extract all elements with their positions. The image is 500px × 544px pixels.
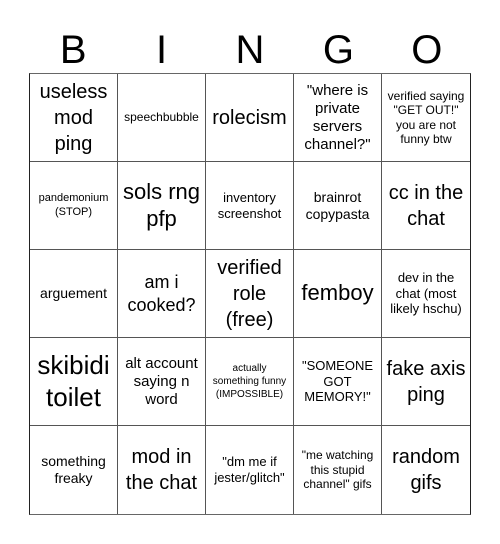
header-letter-i: I xyxy=(156,28,168,72)
bingo-cell[interactable]: verified role (free) xyxy=(206,250,294,338)
bingo-cell[interactable]: inventory screenshot xyxy=(206,162,294,250)
bingo-cell[interactable]: dev in the chat (most likely hschu) xyxy=(382,250,470,338)
bingo-cell[interactable]: sols rng pfp xyxy=(118,162,206,250)
bingo-cell[interactable]: femboy xyxy=(294,250,382,338)
header-letter-b: B xyxy=(59,28,87,72)
bingo-cell[interactable]: cc in the chat xyxy=(382,162,470,250)
bingo-cell[interactable]: "dm me if jester/glitch" xyxy=(206,426,294,514)
bingo-cell[interactable]: something freaky xyxy=(30,426,118,514)
bingo-cell[interactable]: skibidi toilet xyxy=(30,338,118,426)
bingo-cell[interactable]: verified saying "GET OUT!" you are not f… xyxy=(382,74,470,162)
bingo-cell[interactable]: mod in the chat xyxy=(118,426,206,514)
header-letter-n: N xyxy=(235,28,265,72)
header-letter-o: O xyxy=(411,28,443,72)
bingo-cell[interactable]: "where is private servers channel?" xyxy=(294,74,382,162)
bingo-grid: useless mod ping speechbubble rolecism "… xyxy=(29,73,471,515)
bingo-cell[interactable]: pandemonium (STOP) xyxy=(30,162,118,250)
bingo-cell[interactable]: rolecism xyxy=(206,74,294,162)
bingo-header: B I N G O xyxy=(29,28,471,73)
bingo-cell[interactable]: "SOMEONE GOT MEMORY!" xyxy=(294,338,382,426)
bingo-cell[interactable]: am i cooked? xyxy=(118,250,206,338)
bingo-cell[interactable]: fake axis ping xyxy=(382,338,470,426)
bingo-cell[interactable]: speechbubble xyxy=(118,74,206,162)
bingo-cell[interactable]: useless mod ping xyxy=(30,74,118,162)
bingo-cell[interactable]: actually something funny (IMPOSSIBLE) xyxy=(206,338,294,426)
bingo-cell[interactable]: alt account saying n word xyxy=(118,338,206,426)
header-letter-g: G xyxy=(322,28,354,72)
bingo-cell[interactable]: arguement xyxy=(30,250,118,338)
bingo-cell[interactable]: brainrot copypasta xyxy=(294,162,382,250)
bingo-cell[interactable]: "me watching this stupid channel" gifs xyxy=(294,426,382,514)
bingo-cell[interactable]: random gifs xyxy=(382,426,470,514)
